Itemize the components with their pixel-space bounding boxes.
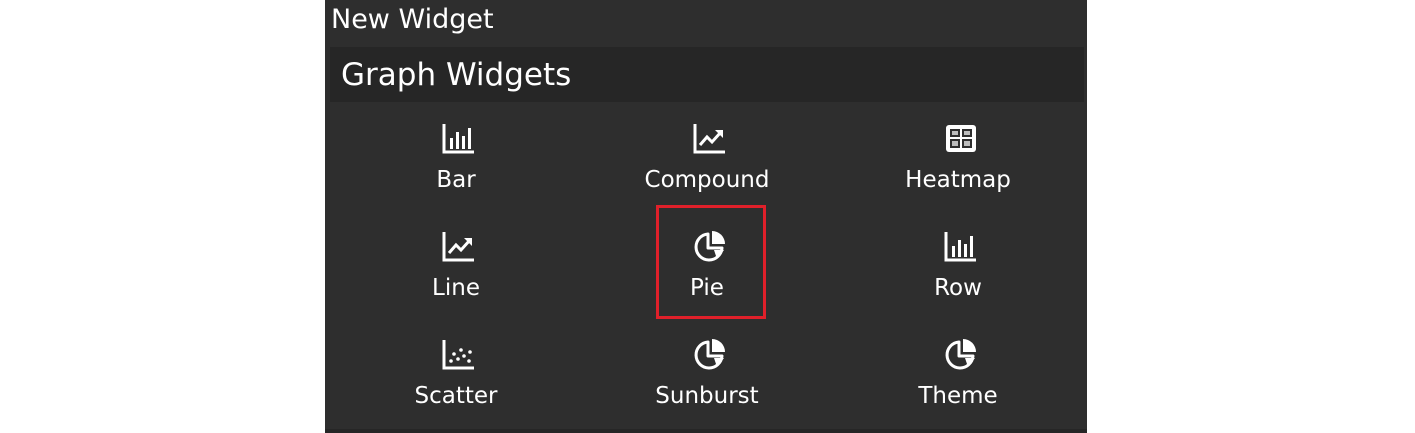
widget-label: Line — [432, 275, 480, 301]
widget-tile-sunburst[interactable]: Sunburst — [581, 324, 833, 424]
line-chart-icon — [693, 124, 725, 154]
new-widget-panel: New Widget Graph Widgets Bar Compound He… — [325, 0, 1087, 433]
widget-label: Heatmap — [905, 167, 1011, 193]
pie-chart-icon — [945, 339, 976, 370]
pie-chart-icon — [694, 339, 725, 370]
scatter-chart-icon — [442, 340, 474, 370]
widget-label: Bar — [436, 167, 476, 193]
heatmap-icon — [946, 125, 976, 152]
widget-label: Compound — [644, 167, 770, 193]
widget-label: Sunburst — [655, 383, 759, 409]
widget-tile-bar[interactable]: Bar — [330, 108, 582, 208]
widget-label: Theme — [918, 383, 998, 409]
widget-tile-pie[interactable]: Pie — [581, 216, 833, 316]
panel-title: New Widget — [331, 4, 494, 35]
widget-tile-theme[interactable]: Theme — [832, 324, 1084, 424]
bar-chart-icon — [442, 124, 474, 154]
bar-chart-icon — [944, 232, 976, 262]
widget-tile-scatter[interactable]: Scatter — [330, 324, 582, 424]
panel-bottom-divider — [325, 429, 1087, 433]
line-chart-icon — [442, 232, 474, 262]
section-header: Graph Widgets — [330, 47, 1084, 102]
section-title: Graph Widgets — [341, 57, 572, 93]
widget-tile-line[interactable]: Line — [330, 216, 582, 316]
widget-label: Row — [934, 275, 982, 301]
pie-chart-icon — [694, 231, 725, 262]
widget-tile-compound[interactable]: Compound — [581, 108, 833, 208]
widget-label: Pie — [690, 275, 724, 301]
widget-tile-row[interactable]: Row — [832, 216, 1084, 316]
widget-tile-heatmap[interactable]: Heatmap — [832, 108, 1084, 208]
widget-label: Scatter — [414, 383, 498, 409]
